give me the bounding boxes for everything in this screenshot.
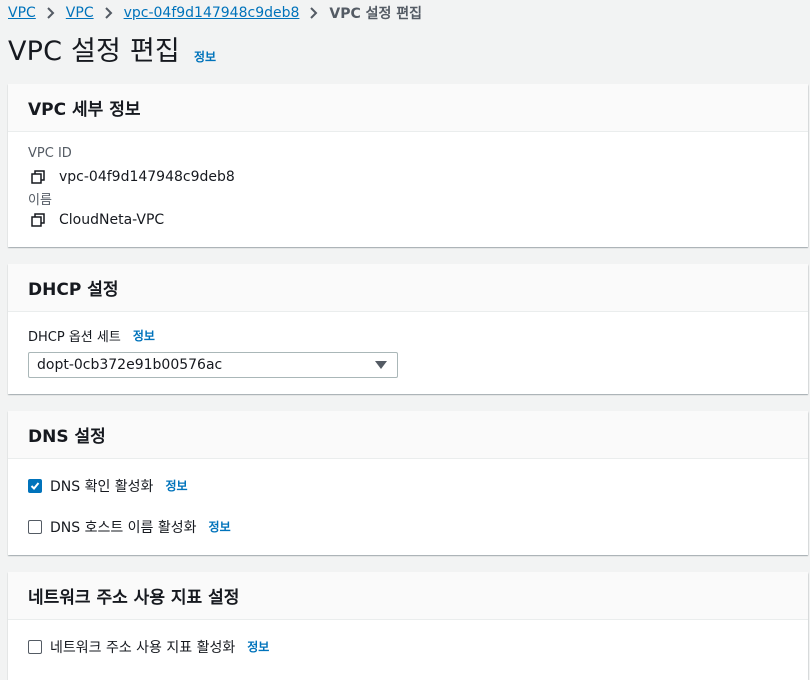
network-address-usage-label[interactable]: 네트워크 주소 사용 지표 활성화 [50, 637, 235, 657]
dns-hostnames-label[interactable]: DNS 호스트 이름 활성화 [50, 517, 197, 537]
vpc-id-label: VPC ID [28, 146, 72, 161]
chevron-right-icon [36, 7, 66, 19]
page-info-link[interactable]: 정보 [194, 44, 216, 70]
vpc-id-value: vpc-04f9d147948c9deb8 [59, 169, 235, 185]
dns-resolution-info-link[interactable]: 정보 [165, 476, 187, 496]
dhcp-options-field-label: DHCP 옵션 세트 정보 [28, 326, 155, 346]
breadcrumb: VPC VPC vpc-04f9d147948c9deb8 VPC 설정 편집 [8, 2, 422, 24]
breadcrumb-link-vpc-id[interactable]: vpc-04f9d147948c9deb8 [124, 5, 300, 21]
breadcrumb-link-your-vpcs[interactable]: VPC [66, 5, 94, 21]
dhcp-settings-panel: DHCP 설정 DHCP 옵션 세트 정보 dopt-0cb372e91b005… [8, 264, 808, 394]
dns-hostnames-option: DNS 호스트 이름 활성화 정보 [28, 517, 231, 537]
breadcrumb-current: VPC 설정 편집 [329, 6, 423, 22]
dns-hostnames-checkbox[interactable] [28, 520, 42, 534]
breadcrumb-link-vpc[interactable]: VPC [8, 5, 36, 21]
dhcp-info-link[interactable]: 정보 [133, 327, 155, 345]
vpc-name-row: CloudNeta-VPC [28, 210, 164, 230]
network-address-usage-panel: 네트워크 주소 사용 지표 설정 네트워크 주소 사용 지표 활성화 정보 [8, 572, 808, 680]
vpc-name-value: CloudNeta-VPC [59, 212, 165, 228]
dns-resolution-label[interactable]: DNS 확인 활성화 [50, 476, 153, 496]
caret-down-icon [375, 361, 387, 369]
dns-settings-heading: DNS 설정 [8, 411, 808, 459]
chevron-right-icon [94, 7, 124, 19]
vpc-id-row: vpc-04f9d147948c9deb8 [28, 167, 235, 187]
dns-resolution-option: DNS 확인 활성화 정보 [28, 476, 188, 496]
network-address-usage-info-link[interactable]: 정보 [247, 637, 269, 657]
network-address-usage-heading: 네트워크 주소 사용 지표 설정 [8, 572, 808, 620]
dns-resolution-checkbox[interactable] [28, 479, 42, 493]
dhcp-options-label: DHCP 옵션 세트 [28, 330, 121, 345]
dhcp-options-select[interactable]: dopt-0cb372e91b00576ac [28, 352, 398, 378]
chevron-right-icon [299, 7, 329, 19]
vpc-name-label: 이름 [28, 193, 52, 208]
dhcp-options-selected-value: dopt-0cb372e91b00576ac [37, 357, 223, 373]
page-title: VPC 설정 편집 [8, 36, 180, 67]
network-address-usage-checkbox[interactable] [28, 640, 42, 654]
vpc-details-heading: VPC 세부 정보 [8, 84, 808, 132]
checkmark-icon [30, 482, 40, 490]
page-header: VPC 설정 편집 정보 [8, 34, 216, 70]
dns-hostnames-info-link[interactable]: 정보 [209, 517, 231, 537]
dns-settings-panel: DNS 설정 DNS 확인 활성화 정보 DNS 호스트 이름 활성화 정보 [8, 411, 808, 555]
copy-icon[interactable] [31, 213, 45, 227]
vpc-details-panel: VPC 세부 정보 VPC ID vpc-04f9d147948c9deb8 이… [8, 84, 808, 247]
network-address-usage-option: 네트워크 주소 사용 지표 활성화 정보 [28, 637, 269, 657]
copy-icon[interactable] [31, 170, 45, 184]
dhcp-settings-heading: DHCP 설정 [8, 264, 808, 312]
